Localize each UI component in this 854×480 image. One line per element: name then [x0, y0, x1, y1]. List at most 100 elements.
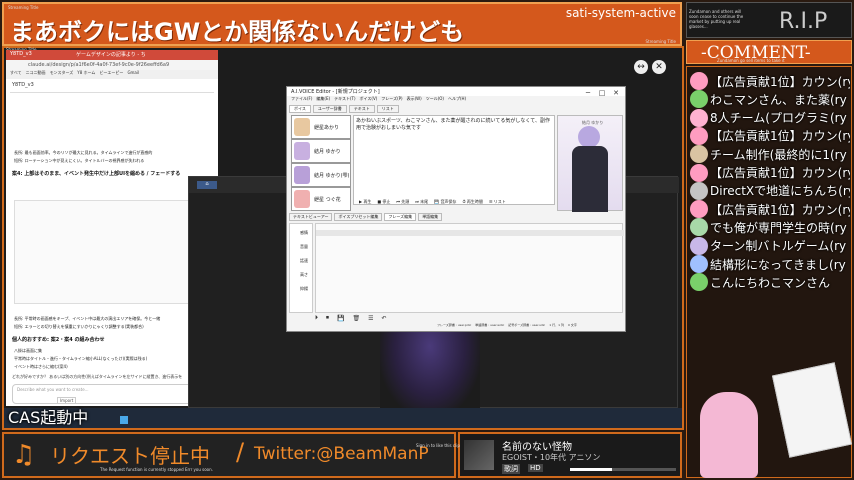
comment-row: 結構形になってきまし(ry [690, 255, 850, 273]
rip-text: Zundamon and others will soon cease to c… [689, 9, 744, 29]
taskbar [4, 408, 682, 428]
comment-sub: Zundamon go sell items to take it [717, 58, 785, 63]
bookmark[interactable]: Y8 ホーム [77, 70, 95, 79]
tab-preset[interactable]: ボイスプリセット編集 [334, 213, 383, 221]
progress-fill [570, 468, 613, 471]
progress-bar [570, 468, 676, 471]
commenter-avatar [690, 108, 708, 127]
bookmark[interactable]: すべて [10, 70, 22, 79]
prompt-placeholder: Describe what you want to create... [17, 387, 89, 392]
commenter-avatar [690, 145, 708, 164]
phrase-edit-area[interactable] [315, 223, 624, 313]
right-small: Streaming Title [645, 39, 676, 44]
browser-tab-1[interactable]: Y8TD_v3 [10, 51, 32, 57]
speaker-name: 結月 ゆかり [582, 120, 604, 125]
bullet: イベント時はさらに縮む(案4) [14, 364, 68, 369]
first-button[interactable]: ⏮ 先頭 [396, 199, 409, 205]
menu-item[interactable]: ヘルプ(H) [448, 96, 466, 104]
param-pitch[interactable]: 高さ [300, 272, 308, 278]
close-icon[interactable]: ✕ [652, 60, 666, 74]
viewer-control-icon[interactable]: ↔ [634, 60, 648, 74]
tab-list[interactable]: リスト [376, 105, 399, 113]
system-label: sati-system-active [565, 6, 676, 20]
tab-text[interactable]: テキスト [348, 105, 375, 113]
voice-item[interactable]: 紲星 つぐ花 [291, 187, 351, 211]
comment-row: チーム制作(最終的に1(ry [690, 145, 850, 164]
bullet: 平常時はタイトル・進行・タイムライン縮小ALL(なくったけ)(実際は残る) [14, 356, 148, 361]
undo-icon[interactable]: ↶ [382, 315, 387, 322]
prompt-input[interactable]: Describe what you want to create... Impo… [12, 384, 212, 404]
music-small: Sign in to like this clip [416, 443, 460, 448]
music-note-icon: ♫ [12, 440, 36, 470]
bookmark[interactable]: Gmail [127, 70, 139, 79]
viewer-home-button[interactable]: ⌂ [197, 181, 217, 189]
tab-text-viewer[interactable]: テキストビューアー [289, 213, 333, 221]
menu-item[interactable]: ファイル(F) [291, 96, 312, 104]
save-audio-button[interactable]: 💾 音声保存 [434, 199, 456, 205]
status-bar: フレーズ辞書 : user.pdic 単語辞書 : user.wdic 記号ポー… [437, 323, 625, 331]
doc-title: Y8TD_v3 [12, 82, 34, 88]
import-button[interactable]: Import [57, 397, 77, 404]
status-position: 1 行、1 列 [549, 323, 564, 327]
last-button[interactable]: ⏭ 末尾 [415, 199, 428, 205]
comment-text: 【広告貢献1位】カウン(ry [710, 74, 850, 89]
tab-word[interactable]: 単語編集 [418, 213, 443, 221]
playback-controls: ▶ 再生 ■ 停止 ⏮ 先頭 ⏭ 末尾 💾 音声保存 ⏱ 再生時間 ☰ リスト [359, 197, 555, 207]
stream-title-bar: Streaming Title まあボクにはGWとか関係ないんだけども sati… [2, 2, 682, 46]
menu-item[interactable]: ボイス(V) [360, 96, 378, 104]
voice-item[interactable]: 結月 ゆかり(雫) [291, 163, 351, 187]
menu-item[interactable]: フレーズ(P) [381, 96, 402, 104]
speaker-body [572, 146, 608, 212]
param-intonation[interactable]: 抑揚 [300, 286, 308, 292]
start-icon[interactable] [120, 416, 128, 424]
list-button[interactable]: ☰ リスト [489, 199, 506, 205]
voice-avatar [294, 190, 310, 208]
voice-item[interactable]: 紲星あかり [291, 115, 351, 139]
bookmark[interactable]: ビーエーピー [99, 70, 123, 79]
list-icon[interactable]: ☰ [368, 315, 373, 322]
stop-button[interactable]: ■ 停止 [377, 199, 390, 205]
bookmark-bar: すべて ニコニ動画 モンスターズ Y8 ホーム ビーエーピー Gmail [6, 70, 218, 79]
tab-voice[interactable]: ボイス [289, 105, 311, 113]
play-icon[interactable]: ⏵ [315, 314, 318, 322]
menu-item[interactable]: テキスト(T) [334, 96, 355, 104]
browser-tab-2[interactable]: ゲームデザインの記事より - ちり... [76, 51, 146, 58]
bottom-tabs: テキストビューアー ボイスプリセット編集 フレーズ編集 単語編集 [289, 213, 489, 221]
twitter-handle: Twitter:@BeamManP [254, 444, 429, 464]
bullet: 長所: 最も画面効率。今のリソが最大に見れる。タイムラインで進行が直感的 [14, 150, 153, 155]
bookmark[interactable]: ニコニ動画 [26, 70, 46, 79]
param-speed[interactable]: 話速 [300, 258, 308, 264]
bookmark[interactable]: モンスターズ [50, 70, 74, 79]
stream-title: まあボクにはGWとか関係ないんだけども [10, 18, 465, 46]
menu-item[interactable]: 表示(W) [407, 96, 422, 104]
voice-item[interactable]: 結月 ゆかり [291, 139, 351, 163]
duration-button[interactable]: ⏱ 再生時間 [462, 199, 482, 205]
comment-row: わこマンさん、また薬(ry [690, 90, 850, 109]
browser-url[interactable]: claude.ai/design/p/a1f6e0f-4a0f-73ef-9c0… [28, 62, 169, 68]
menu-item[interactable]: ツール(O) [426, 96, 444, 104]
param-emotion[interactable]: 感情 [300, 230, 308, 236]
comment-row: 【広告貢献1位】カウン(ry [690, 163, 850, 182]
menu-item[interactable]: 編集(E) [316, 96, 330, 104]
music-tag-lyrics: 歌詞 [502, 464, 520, 474]
browser-address-bar[interactable]: claude.ai/design/p/a1f6e0f-4a0f-73ef-9c0… [6, 60, 218, 70]
commenter-avatar [690, 273, 708, 292]
speaker-portrait: 結月 ゆかり [557, 115, 623, 212]
delete-icon[interactable]: 🗑 [353, 315, 361, 322]
commenter-avatar [690, 200, 708, 219]
music-panel: Sign in to like this clip 名前のない怪物 EGOIST… [416, 432, 682, 478]
commenter-avatar [690, 218, 708, 237]
comment-text: 【広告貢献1位】カウン(ry [710, 129, 850, 144]
save-icon[interactable]: 💾 [337, 315, 344, 322]
cas-label: CAS起動中 [8, 408, 89, 427]
tab-user-dict[interactable]: ユーザー辞書 [312, 105, 347, 113]
param-volume[interactable]: 音量 [300, 244, 308, 250]
commenter-avatar [690, 163, 708, 182]
tab-phrase[interactable]: フレーズ編集 [384, 213, 417, 221]
bullet: 八掛は画面に集 [14, 348, 42, 353]
voice-text-area[interactable]: あかねいぶスポーツ、わこマンさん、また薬が醒されのに続いてる気がしなくて、副作用… [353, 115, 555, 205]
stop-icon[interactable]: ⏹ [326, 314, 329, 322]
commenter-avatar [690, 255, 708, 273]
voice-text[interactable]: あかねいぶスポーツ、わこマンさん、また薬が醒されのに続いてる気がしなくて、副作用… [356, 118, 552, 132]
play-button[interactable]: ▶ 再生 [359, 199, 371, 205]
